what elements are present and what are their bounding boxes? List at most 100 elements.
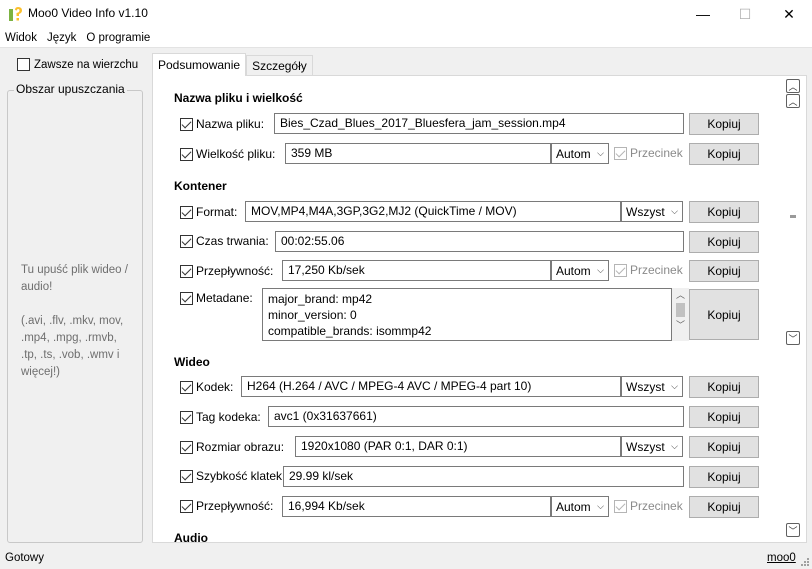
scroll-down-icon[interactable]: ﹀ <box>676 318 685 332</box>
frame-size-label: Rozmiar obrazu: <box>196 440 285 454</box>
filesize-unit-select[interactable]: Autom ⌵ <box>551 143 609 164</box>
section-video-heading: Wideo <box>174 355 210 369</box>
always-on-top-label: Zawsze na wierzchu <box>34 58 139 71</box>
tab-details[interactable]: Szczegóły <box>246 55 313 75</box>
filesize-decimal-option[interactable]: Przecinek <box>614 146 683 160</box>
main-scrollbar[interactable]: ︿ ︿ ﹀ ﹀ <box>785 78 802 540</box>
menu-bar: Widok Język O programie <box>0 28 812 47</box>
frame-size-field[interactable]: 1920x1080 (PAR 0:1, DAR 0:1) <box>295 436 621 457</box>
section-audio-heading: Audio <box>174 531 208 543</box>
scroll-down-icon[interactable]: ﹀ <box>786 331 800 345</box>
metadata-line: compatible_brands: isommp42 <box>268 324 432 338</box>
video-bitrate-field[interactable]: 16,994 Kb/sek <box>282 496 551 517</box>
tab-summary[interactable]: Podsumowanie <box>152 53 247 76</box>
always-on-top-checkbox[interactable]: Zawsze na wierzchu <box>17 58 138 71</box>
row-bitrate: Przepływność: <box>180 260 273 282</box>
filesize-field[interactable]: 359 MB <box>285 143 551 164</box>
scroll-up-icon[interactable]: ︿ <box>786 79 800 93</box>
maximize-button[interactable]: ☐ <box>722 0 768 28</box>
copy-filename-button[interactable]: Kopiuj <box>689 113 759 135</box>
codec-tag-field[interactable]: avc1 (0x31637661) <box>268 406 684 427</box>
bitrate-decimal-option[interactable]: Przecinek <box>614 263 683 277</box>
bitrate-unit-select[interactable]: Autom ⌵ <box>551 260 609 281</box>
filesize-checkbox[interactable] <box>180 147 193 161</box>
codec-checkbox[interactable] <box>180 380 193 394</box>
filesize-decimal-checkbox[interactable] <box>614 146 627 160</box>
duration-field[interactable]: 00:02:55.06 <box>275 231 684 252</box>
drop-area-title: Obszar upuszczania <box>14 82 127 96</box>
codec-field[interactable]: H264 (H.264 / AVC / MPEG-4 AVC / MPEG-4 … <box>241 376 621 397</box>
drop-hint: Tu upuść plik wideo / audio! (.avi, .flv… <box>21 262 136 398</box>
row-metadata: Metadane: <box>180 287 253 309</box>
chevron-down-icon: ⌵ <box>597 501 604 511</box>
moo0-link[interactable]: moo0 <box>767 552 796 564</box>
format-field[interactable]: MOV,MP4,M4A,3GP,3G2,MJ2 (QuickTime / MOV… <box>245 201 621 222</box>
filename-checkbox[interactable] <box>180 117 193 131</box>
video-bitrate-unit-value: Autom <box>556 499 591 514</box>
copy-duration-button[interactable]: Kopiuj <box>689 231 759 253</box>
chevron-down-icon: ⌵ <box>671 441 678 451</box>
section-file-heading: Nazwa pliku i wielkość <box>174 91 303 105</box>
bitrate-field[interactable]: 17,250 Kb/sek <box>282 260 551 281</box>
metadata-scroll-thumb[interactable] <box>676 303 685 317</box>
always-on-top-box[interactable] <box>17 58 30 71</box>
copy-frame-rate-button[interactable]: Kopiuj <box>689 466 759 488</box>
codec-select[interactable]: Wszyst ⌵ <box>621 376 683 397</box>
copy-bitrate-button[interactable]: Kopiuj <box>689 260 759 282</box>
scroll-up-icon[interactable]: ︿ <box>676 288 685 302</box>
summary-panel: Nazwa pliku i wielkość Nazwa pliku: Bies… <box>152 75 807 543</box>
menu-view[interactable]: Widok <box>0 32 42 44</box>
frame-rate-checkbox[interactable] <box>180 469 193 483</box>
close-button[interactable]: ✕ <box>766 0 812 28</box>
bitrate-decimal-checkbox[interactable] <box>614 263 627 277</box>
metadata-scrollbar[interactable]: ︿ ﹀ <box>672 288 689 341</box>
scroll-up-icon[interactable]: ︿ <box>786 94 800 108</box>
row-frame-rate: Szybkość klatek: <box>180 465 285 487</box>
scroll-down-icon[interactable]: ﹀ <box>786 523 800 537</box>
copy-metadata-button[interactable]: Kopiuj <box>689 289 759 340</box>
row-format: Format: <box>180 201 237 223</box>
video-bitrate-checkbox[interactable] <box>180 499 193 513</box>
scroll-thumb[interactable] <box>790 215 796 218</box>
video-bitrate-decimal-checkbox[interactable] <box>614 499 627 513</box>
row-filesize: Wielkość pliku: <box>180 143 275 165</box>
moo0-app-icon <box>9 7 22 21</box>
copy-video-bitrate-button[interactable]: Kopiuj <box>689 496 759 518</box>
row-codec: Kodek: <box>180 376 233 398</box>
bitrate-decimal-label: Przecinek <box>630 263 683 277</box>
video-bitrate-decimal-option[interactable]: Przecinek <box>614 499 683 513</box>
menu-language[interactable]: Język <box>42 32 81 44</box>
copy-format-button[interactable]: Kopiuj <box>689 201 759 223</box>
chevron-down-icon: ⌵ <box>671 381 678 391</box>
codec-tag-checkbox[interactable] <box>180 410 193 424</box>
duration-label: Czas trwania: <box>196 234 269 248</box>
chevron-down-icon: ⌵ <box>597 265 604 275</box>
metadata-textarea[interactable]: major_brand: mp42 minor_version: 0 compa… <box>262 288 672 341</box>
menu-about[interactable]: O programie <box>81 32 155 44</box>
copy-filesize-button[interactable]: Kopiuj <box>689 143 759 165</box>
row-codec-tag: Tag kodeka: <box>180 406 261 428</box>
codec-label: Kodek: <box>196 380 234 394</box>
format-select[interactable]: Wszyst ⌵ <box>621 201 683 222</box>
video-bitrate-decimal-label: Przecinek <box>630 499 683 513</box>
duration-checkbox[interactable] <box>180 234 193 248</box>
chevron-down-icon: ⌵ <box>671 206 678 216</box>
filename-field[interactable]: Bies_Czad_Blues_2017_Bluesfera_jam_sessi… <box>274 113 684 134</box>
frame-size-select[interactable]: Wszyst ⌵ <box>621 436 683 457</box>
frame-rate-field[interactable]: 29.99 kl/sek <box>283 466 684 487</box>
format-checkbox[interactable] <box>180 205 193 219</box>
copy-frame-size-button[interactable]: Kopiuj <box>689 436 759 458</box>
video-bitrate-unit-select[interactable]: Autom ⌵ <box>551 496 609 517</box>
filesize-unit-value: Autom <box>556 146 591 161</box>
copy-codec-tag-button[interactable]: Kopiuj <box>689 406 759 428</box>
metadata-checkbox[interactable] <box>180 291 193 305</box>
chevron-down-icon: ⌵ <box>597 148 604 158</box>
frame-size-select-value: Wszyst <box>626 439 665 454</box>
bitrate-checkbox[interactable] <box>180 264 193 278</box>
section-container-heading: Kontener <box>174 179 227 193</box>
status-bar <box>0 548 812 569</box>
resize-grip-icon[interactable] <box>799 556 810 567</box>
frame-size-checkbox[interactable] <box>180 440 193 454</box>
copy-codec-button[interactable]: Kopiuj <box>689 376 759 398</box>
minimize-button[interactable]: — <box>680 0 726 28</box>
